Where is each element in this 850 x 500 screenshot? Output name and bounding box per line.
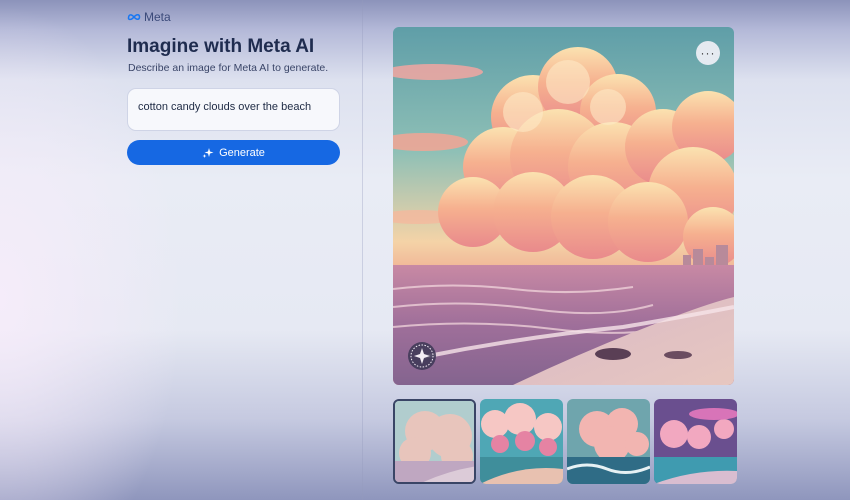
- more-options-button[interactable]: ···: [696, 41, 720, 65]
- thumbnail-1[interactable]: [393, 399, 476, 484]
- more-icon: ···: [700, 46, 716, 60]
- thumbnail-4[interactable]: [654, 399, 737, 484]
- brand[interactable]: Meta: [127, 10, 171, 24]
- prompt-input[interactable]: cotton candy clouds over the beach: [127, 88, 340, 131]
- generated-image[interactable]: [393, 27, 734, 385]
- thumbnail-2[interactable]: [480, 399, 563, 484]
- sparkle-icon: [202, 147, 214, 158]
- panel-divider: [362, 0, 363, 500]
- generate-button[interactable]: Generate: [127, 140, 340, 165]
- brand-name: Meta: [144, 10, 171, 24]
- prompt-text[interactable]: cotton candy clouds over the beach: [138, 101, 311, 113]
- page-subtitle: Describe an image for Meta AI to generat…: [128, 62, 329, 74]
- meta-infinity-icon: [127, 14, 141, 21]
- thumbnail-3[interactable]: [567, 399, 650, 484]
- imagined-with-ai-watermark-icon: [408, 342, 436, 370]
- generate-button-label: Generate: [219, 146, 265, 159]
- page-title: Imagine with Meta AI: [127, 36, 315, 57]
